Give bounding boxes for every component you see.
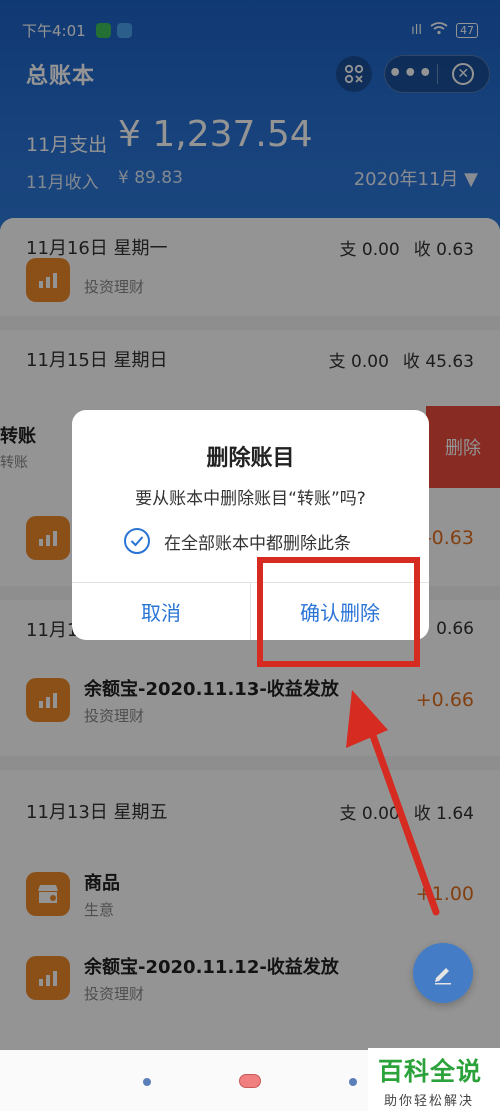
arrow-annotation	[346, 690, 440, 916]
watermark-logo: 百科全说 助你轻松解决	[368, 1048, 500, 1111]
watermark-title: 百科全说	[378, 1057, 483, 1086]
watermark-subtitle: 助你轻松解决	[384, 1094, 475, 1109]
